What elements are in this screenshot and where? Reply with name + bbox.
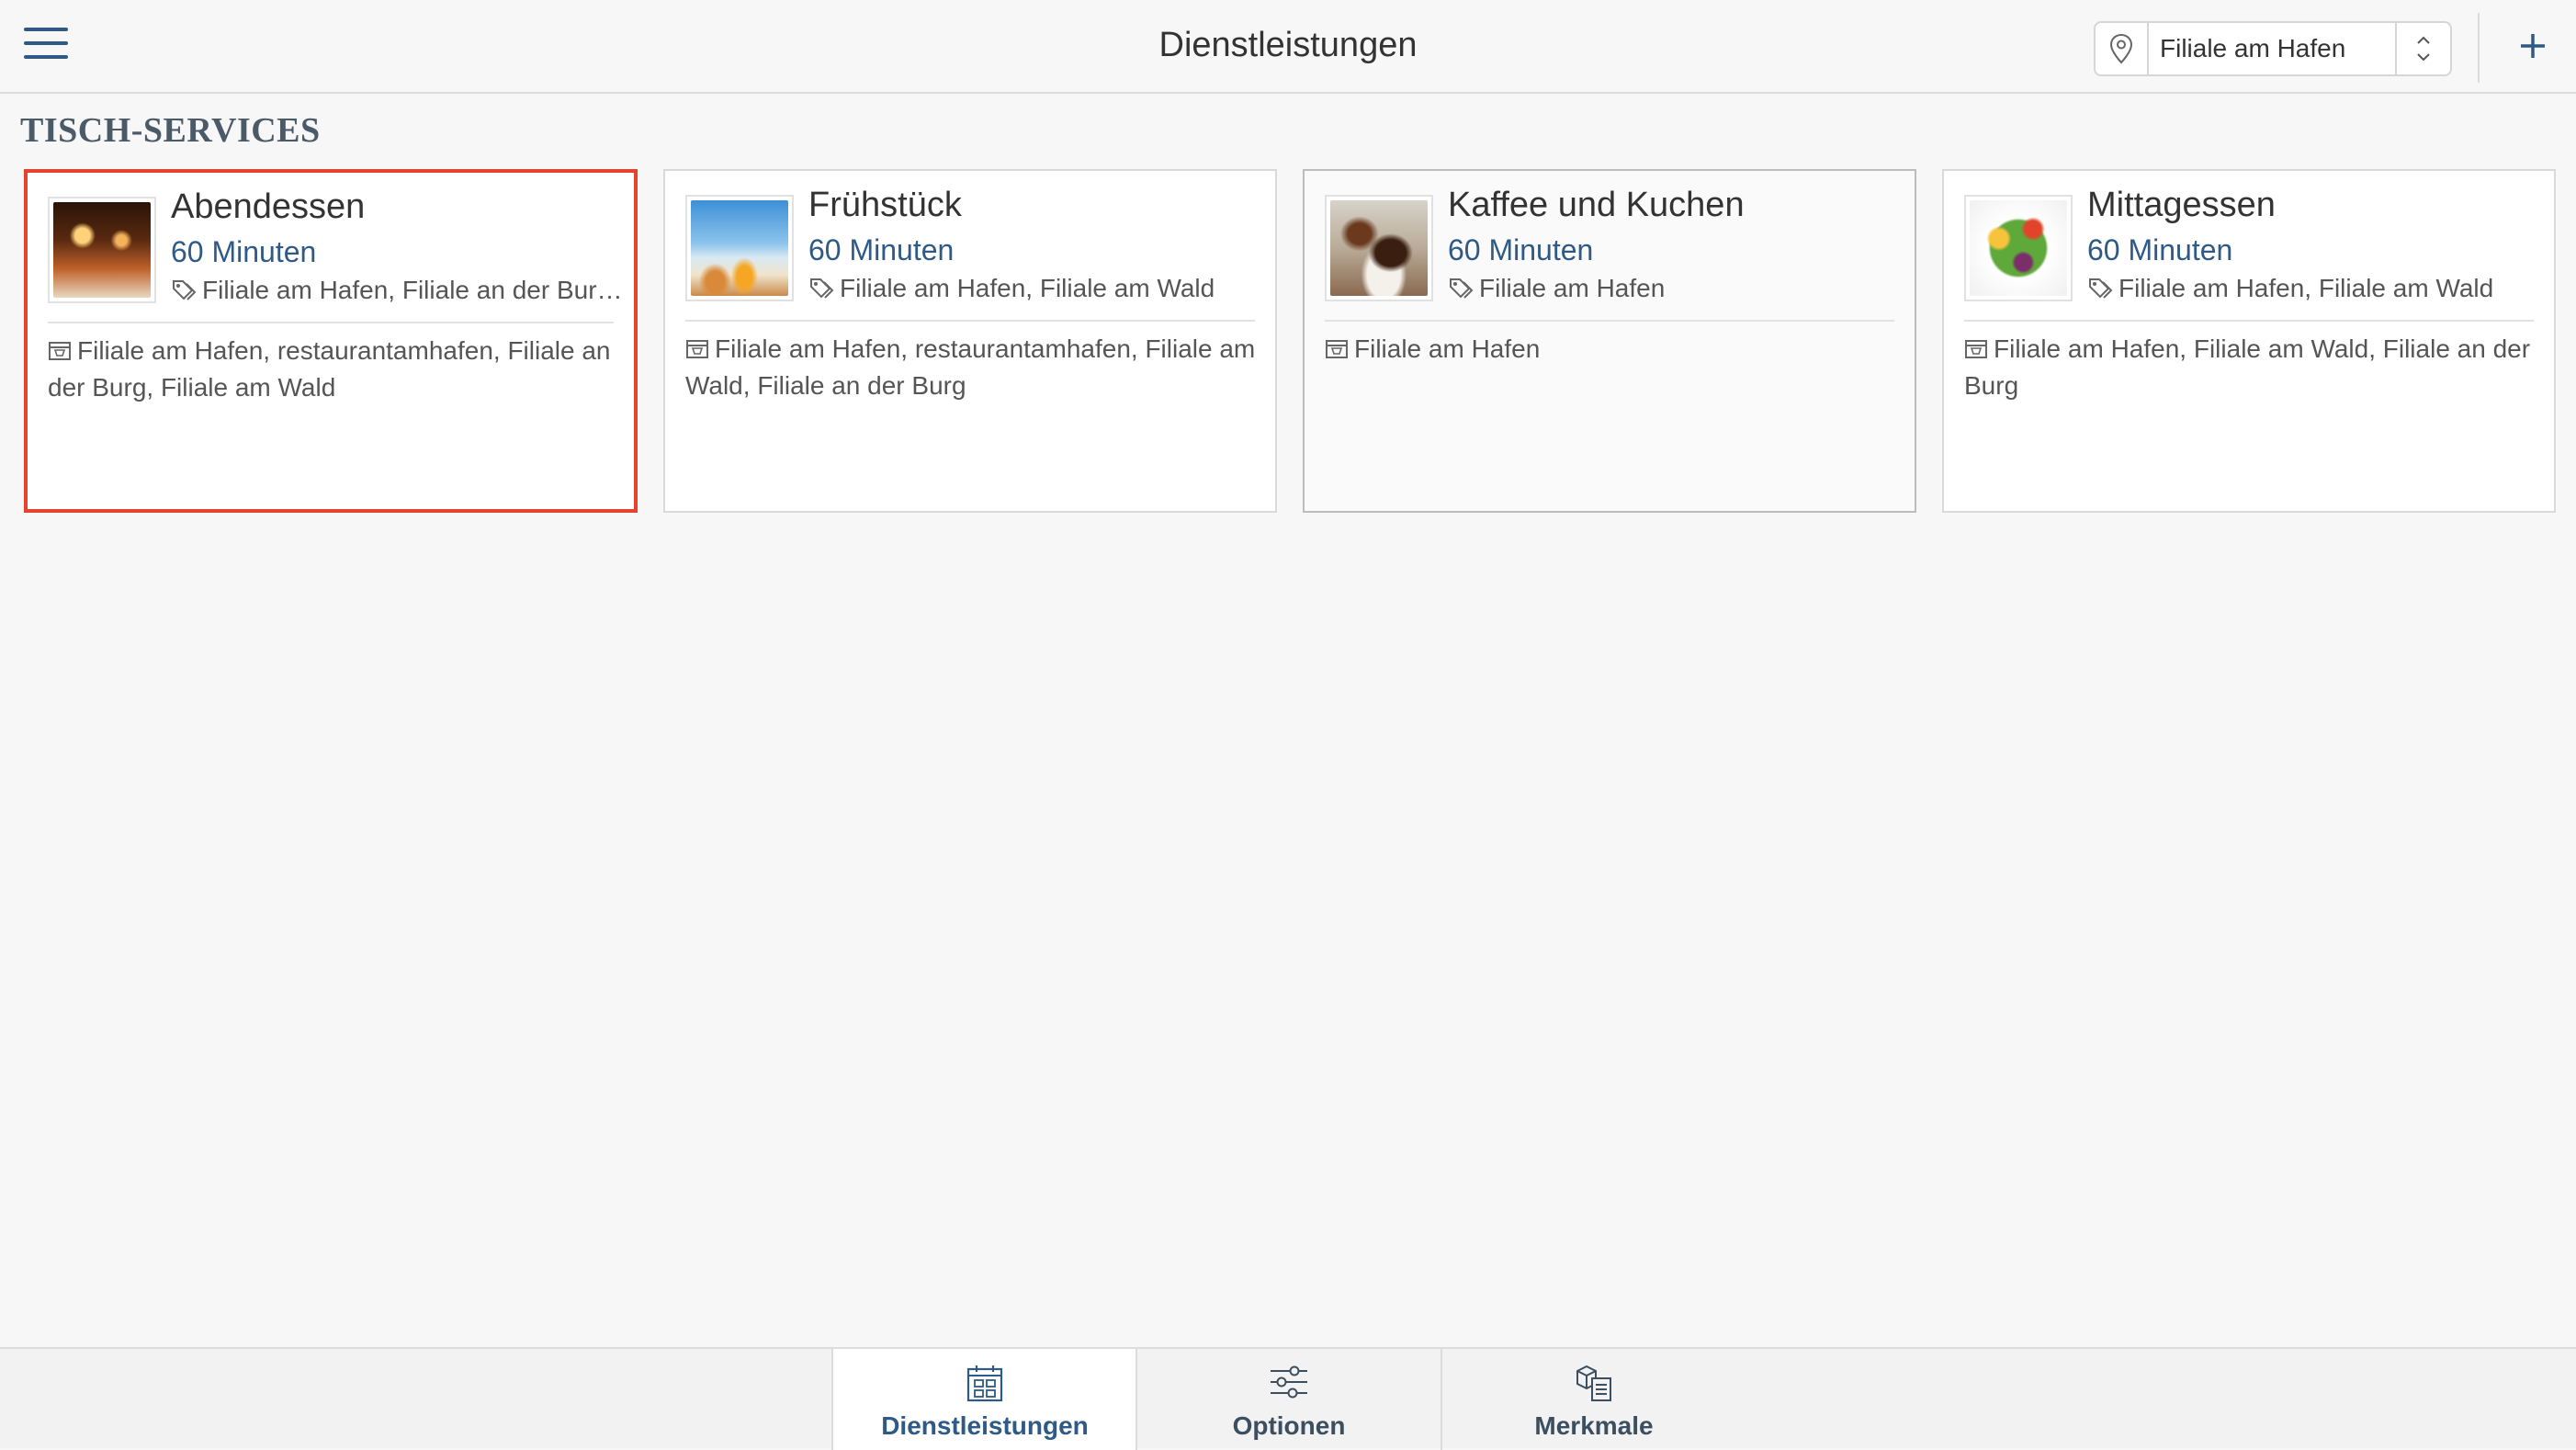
store-tag-icon xyxy=(2089,278,2113,299)
service-name: Frühstück xyxy=(808,186,962,224)
service-stores: Filiale am Hafen, Filiale am Wald xyxy=(808,274,1264,303)
location-select-value: Filiale am Hafen xyxy=(2160,34,2346,62)
service-stores: Filiale am Hafen, Filiale an der Burg, F… xyxy=(171,276,623,305)
service-card-abendessen[interactable]: Abendessen 60 Minuten Filiale am Hafen, … xyxy=(24,169,638,513)
tab-merkmale[interactable]: Merkmale xyxy=(1442,1349,1746,1450)
service-card-grid: Abendessen 60 Minuten Filiale am Hafen, … xyxy=(24,169,2556,515)
service-stores: Filiale am Hafen, Filiale am Wald xyxy=(2087,274,2543,303)
store-tag-icon xyxy=(1450,278,1474,299)
service-stores: Filiale am Hafen xyxy=(1448,274,1904,303)
card-divider xyxy=(48,322,614,323)
service-rooms: Filiale am Hafen, restaurantamhafen, Fil… xyxy=(48,336,611,402)
tab-dienstleistungen[interactable]: Dienstleistungen xyxy=(833,1349,1136,1450)
tab-label: Merkmale xyxy=(1534,1411,1654,1440)
service-image xyxy=(48,197,156,303)
features-list-icon xyxy=(1442,1364,1746,1402)
service-image xyxy=(1325,195,1433,301)
top-bar: Dienstleistungen Filiale am Hafen xyxy=(0,0,2576,94)
service-image xyxy=(1964,195,2073,301)
service-image xyxy=(685,195,794,301)
service-card-fruehstueck[interactable]: Frühstück 60 Minuten Filiale am Hafen, F… xyxy=(663,169,1277,513)
service-name: Abendessen xyxy=(171,187,366,226)
service-rooms: Filiale am Hafen, Filiale am Wald, Filia… xyxy=(1964,334,2531,400)
calendar-grid-icon xyxy=(833,1364,1136,1402)
service-duration: 60 Minuten xyxy=(1448,233,1594,266)
service-name: Kaffee und Kuchen xyxy=(1448,186,1745,224)
location-select[interactable]: Filiale am Hafen xyxy=(2094,21,2452,76)
header-divider xyxy=(2478,13,2480,83)
card-divider xyxy=(685,320,1255,322)
store-tag-icon xyxy=(810,278,834,299)
tab-label: Optionen xyxy=(1232,1411,1346,1440)
updown-chevron-icon[interactable] xyxy=(2395,23,2450,74)
service-name: Mittagessen xyxy=(2087,186,2276,224)
service-rooms: Filiale am Hafen, restaurantamhafen, Fil… xyxy=(685,334,1256,400)
service-card-mittagessen[interactable]: Mittagessen 60 Minuten Filiale am Hafen,… xyxy=(1942,169,2556,513)
service-card-kaffee-und-kuchen[interactable]: Kaffee und Kuchen 60 Minuten Filiale am … xyxy=(1303,169,1916,513)
bottom-tab-bar: Dienstleistungen Optionen Merkmale xyxy=(0,1347,2576,1450)
service-duration: 60 Minuten xyxy=(2087,233,2233,266)
service-duration: 60 Minuten xyxy=(808,233,955,266)
tab-optionen[interactable]: Optionen xyxy=(1137,1349,1441,1450)
card-divider xyxy=(1964,320,2534,322)
service-rooms: Filiale am Hafen xyxy=(1325,331,1898,368)
table-room-icon xyxy=(49,342,71,360)
table-room-icon xyxy=(686,340,708,358)
table-room-icon xyxy=(1965,340,1987,358)
table-room-icon xyxy=(1326,340,1348,358)
store-tag-icon xyxy=(173,280,197,300)
add-icon[interactable] xyxy=(2507,20,2559,72)
tab-label: Dienstleistungen xyxy=(881,1411,1089,1440)
service-duration: 60 Minuten xyxy=(171,235,317,268)
location-pin-icon xyxy=(2096,23,2149,74)
card-divider xyxy=(1325,320,1894,322)
sliders-icon xyxy=(1137,1364,1441,1400)
section-heading: TISCH-SERVICES xyxy=(20,111,321,150)
